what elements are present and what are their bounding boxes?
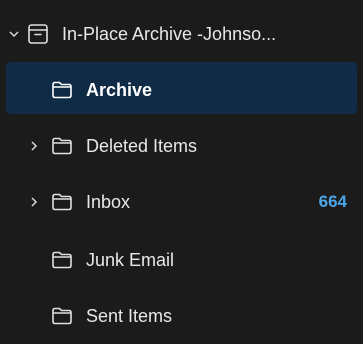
- folder-label: Sent Items: [86, 306, 173, 326]
- folder-label: Archive: [86, 80, 153, 100]
- folder-item-sent-items[interactable]: Sent Items: [0, 288, 363, 344]
- unread-count-badge: 664: [318, 192, 347, 211]
- archive-box-icon: [26, 22, 50, 46]
- folder-icon: [50, 304, 74, 328]
- folder-label: Inbox: [86, 192, 131, 212]
- folder-icon: [50, 134, 74, 158]
- folder-label: Deleted Items: [86, 136, 198, 156]
- folder-item-inbox[interactable]: Inbox 664: [0, 174, 363, 230]
- folder-item-deleted-items[interactable]: Deleted Items: [0, 118, 363, 174]
- mailbox-header[interactable]: In-Place Archive -Johnso...: [0, 6, 363, 62]
- folder-tree: In-Place Archive -Johnso... Archive Dele…: [0, 0, 363, 342]
- mailbox-title: In-Place Archive -Johnso...: [62, 24, 277, 44]
- folder-item-archive[interactable]: Archive: [0, 62, 363, 118]
- folder-label: Junk Email: [86, 250, 175, 270]
- folder-icon: [50, 248, 74, 272]
- chevron-right-icon[interactable]: [26, 138, 42, 154]
- chevron-down-icon[interactable]: [6, 26, 22, 42]
- folder-icon: [50, 78, 74, 102]
- chevron-right-icon[interactable]: [26, 194, 42, 210]
- folder-item-junk-email[interactable]: Junk Email: [0, 232, 363, 288]
- folder-icon: [50, 190, 74, 214]
